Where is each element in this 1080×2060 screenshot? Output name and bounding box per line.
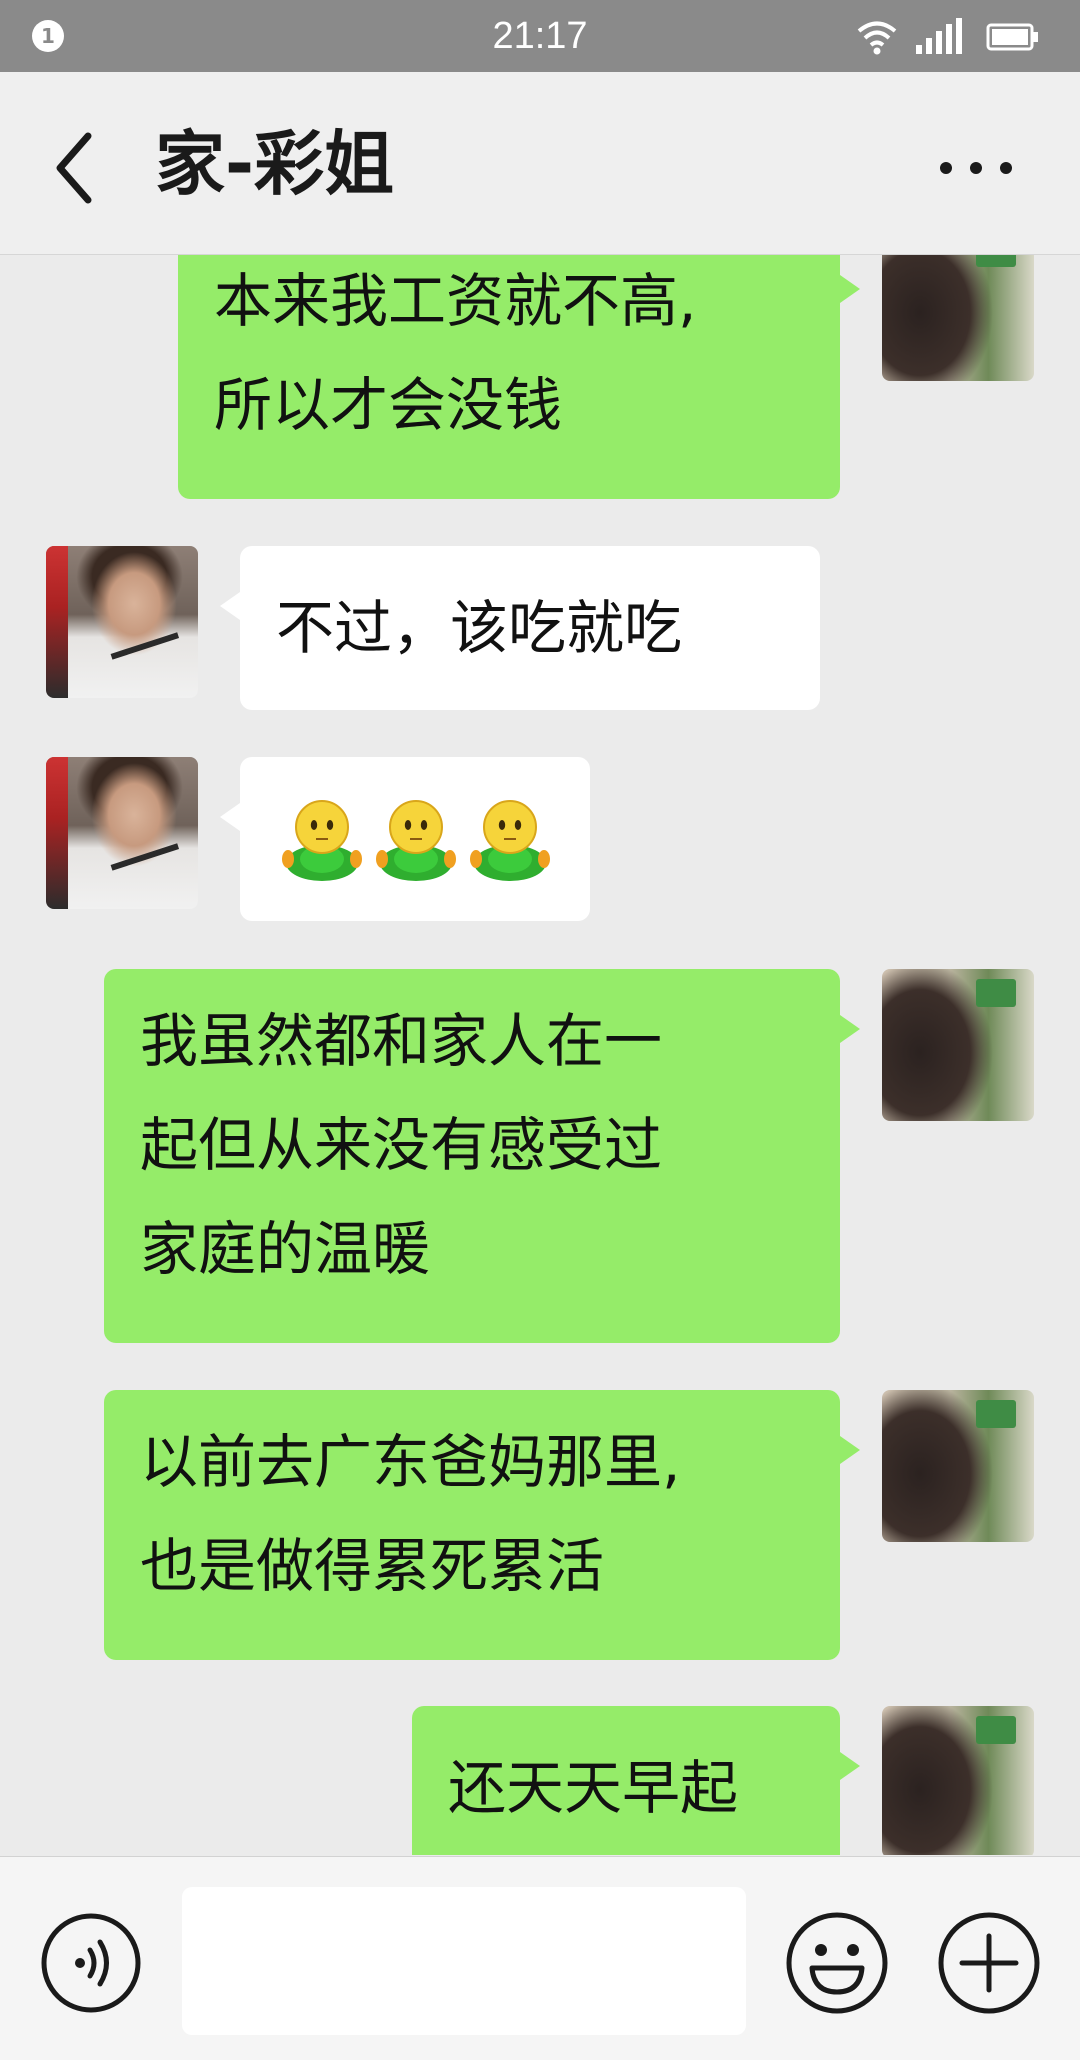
status-bar: 1 21:17: [0, 0, 1080, 72]
message-bubble-self[interactable]: 本来我工资就不高, 所以才会没钱: [178, 255, 860, 499]
message-text: 我虽然都和家人在一: [140, 1007, 663, 1075]
wifi-icon: [857, 21, 897, 55]
sprout-emoji: [470, 800, 550, 881]
message-bubble-emoji[interactable]: [220, 757, 590, 921]
voice-icon[interactable]: [40, 1912, 142, 2014]
smiley-icon[interactable]: [784, 1910, 890, 2016]
message-text: 还天天早起: [448, 1754, 739, 1822]
message-bubble-other[interactable]: 不过，该吃就吃: [220, 546, 820, 710]
sprout-emoji: [282, 800, 362, 881]
message-list[interactable]: 本来我工资就不高, 所以才会没钱 不过，该吃就吃 我虽然都和家人在一 起但从来没…: [0, 255, 1080, 1855]
status-icons: [856, 18, 1046, 58]
chat-screen: 1 21:17 家-彩姐 本来我工资就不高, 所以才会没钱 不过，该吃就吃 我虽…: [0, 0, 1080, 2060]
message-text: 本来我工资就不高,: [214, 267, 697, 335]
chevron-left-icon[interactable]: [50, 128, 100, 208]
message-text: 不过，该吃就吃: [276, 594, 683, 662]
plus-icon[interactable]: [936, 1910, 1042, 2016]
avatar-self[interactable]: [882, 969, 1034, 1121]
message-text: 所以才会没钱: [214, 371, 563, 439]
avatar-other[interactable]: [46, 757, 198, 909]
message-bubble-self[interactable]: 以前去广东爸妈那里, 也是做得累死累活: [104, 1390, 860, 1660]
more-dots-icon[interactable]: [936, 148, 1016, 188]
message-bubble-self[interactable]: 还天天早起: [412, 1706, 860, 1855]
battery-icon: [986, 23, 1038, 51]
input-bar: [0, 1856, 1080, 2060]
message-text: 以前去广东爸妈那里,: [140, 1428, 681, 1496]
message-text: 也是做得累死累活: [140, 1532, 605, 1600]
message-text: 家庭的温暖: [140, 1215, 431, 1283]
message-text: 起但从来没有感受过: [140, 1111, 663, 1179]
sprout-emoji: [376, 800, 456, 881]
chat-title: 家-彩姐: [155, 123, 395, 205]
avatar-self[interactable]: [882, 1390, 1034, 1542]
avatar-self[interactable]: [882, 1706, 1034, 1855]
chat-header: 家-彩姐: [0, 72, 1080, 255]
avatar-self[interactable]: [882, 255, 1034, 381]
signal-icon: [916, 18, 962, 54]
message-input[interactable]: [182, 1887, 746, 2035]
message-bubble-self[interactable]: 我虽然都和家人在一 起但从来没有感受过 家庭的温暖: [104, 969, 860, 1343]
avatar-other[interactable]: [46, 546, 198, 698]
